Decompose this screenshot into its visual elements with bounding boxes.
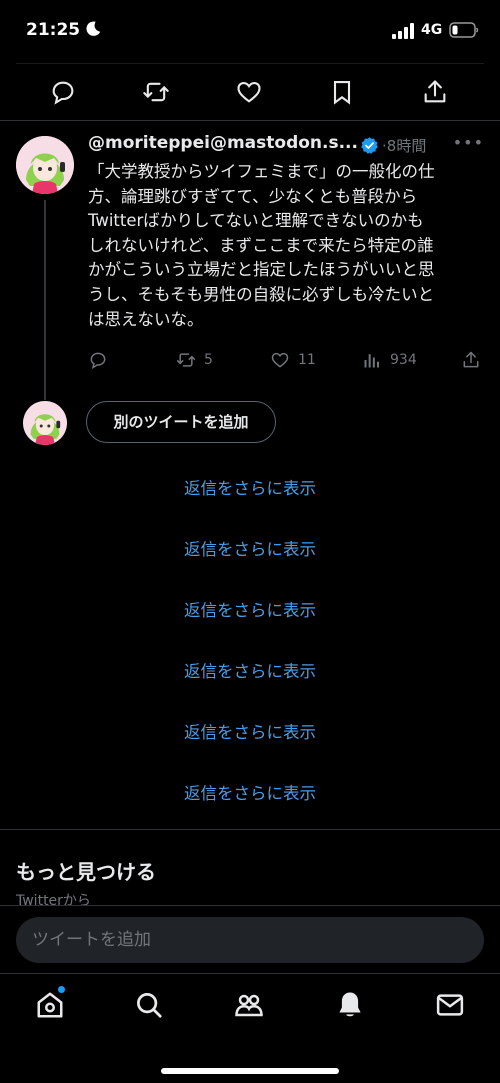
show-more-replies-link[interactable]: 返信をさらに表示 (0, 475, 500, 499)
tweet-time[interactable]: ·8時間 (382, 135, 426, 156)
notifications-icon[interactable] (335, 990, 365, 1020)
views-count: 934 (390, 352, 417, 368)
tweet-text: 「大学教授からツイフェミまで」の一般化の仕 方、論理跳びすぎてて、少なくとも普段… (88, 160, 488, 332)
reply-stat[interactable] (88, 348, 128, 374)
tweet-text-line: かがこういう立場だと指定したほうがいいと思 (88, 260, 435, 280)
retweet-count: 5 (204, 352, 213, 368)
home-indicator (161, 1068, 339, 1074)
status-bar: 21:25 4G (0, 0, 500, 62)
network-type: 4G (421, 22, 443, 38)
tweet-stats: 5 11 934 (88, 348, 488, 374)
share-icon[interactable] (421, 78, 449, 106)
thread-line (44, 200, 46, 400)
tweet-text-line: しれないけれど、まずここまで来たら特定の誰 (88, 235, 434, 255)
search-icon[interactable] (134, 990, 164, 1020)
tweet-text-line: Twitterばかりしてないと理解できないのかも (88, 211, 424, 231)
tweet-action-row (0, 70, 500, 116)
like-stat[interactable]: 11 (270, 348, 330, 374)
share-icon (463, 351, 479, 368)
like-icon (271, 352, 289, 368)
communities-icon[interactable] (234, 990, 264, 1020)
share-stat[interactable] (461, 348, 485, 374)
more-options-icon[interactable]: ••• (453, 133, 484, 152)
avatar (23, 401, 67, 445)
divider (0, 829, 500, 830)
views-icon (364, 354, 379, 368)
reply-compose-input[interactable] (16, 917, 484, 963)
home-icon[interactable] (35, 990, 65, 1020)
show-more-replies-link[interactable]: 返信をさらに表示 (0, 719, 500, 743)
bookmark-icon[interactable] (328, 78, 356, 106)
show-more-replies-link[interactable]: 返信をさらに表示 (0, 536, 500, 560)
tweet-text-line: 方、論理跳びすぎてて、少なくとも普段から (88, 186, 418, 206)
header-divider (16, 63, 484, 64)
retweet-icon[interactable] (142, 78, 170, 106)
messages-icon[interactable] (435, 990, 465, 1020)
tweet-text-line: うし、そもそも男性の自殺に必ずしも冷たいと (88, 284, 435, 304)
status-time: 21:25 (26, 20, 81, 40)
bottom-tab-bar (0, 973, 500, 1083)
views-stat[interactable]: 934 (362, 348, 432, 374)
add-another-tweet-button[interactable]: 別のツイートを追加 (86, 401, 276, 443)
like-count: 11 (298, 352, 316, 368)
divider (0, 120, 500, 121)
reply-icon (90, 352, 106, 370)
signal-icon (392, 23, 414, 39)
show-more-replies-link[interactable]: 返信をさらに表示 (0, 658, 500, 682)
tweet-text-line: 「大学教授からツイフェミまで」の一般化の仕 (88, 162, 435, 181)
retweet-icon (176, 353, 196, 367)
verified-badge-icon (361, 137, 378, 154)
reply-icon[interactable] (49, 78, 77, 106)
compose-bar (0, 905, 500, 973)
moon-icon (86, 21, 101, 36)
tweet-header: @moriteppei@mastodon.s... ·8時間 ••• (88, 133, 488, 159)
show-more-replies-link[interactable]: 返信をさらに表示 (0, 780, 500, 804)
user-handle[interactable]: @moriteppei@mastodon.s... (88, 133, 358, 153)
new-content-dot (57, 985, 66, 994)
retweet-stat[interactable]: 5 (176, 348, 236, 374)
avatar[interactable] (16, 136, 74, 194)
show-more-replies-link[interactable]: 返信をさらに表示 (0, 597, 500, 621)
like-icon[interactable] (235, 78, 263, 106)
battery-icon (449, 22, 479, 38)
discover-more-title: もっと見つける (16, 860, 156, 884)
tweet-text-line: は思えないな。 (88, 309, 204, 329)
